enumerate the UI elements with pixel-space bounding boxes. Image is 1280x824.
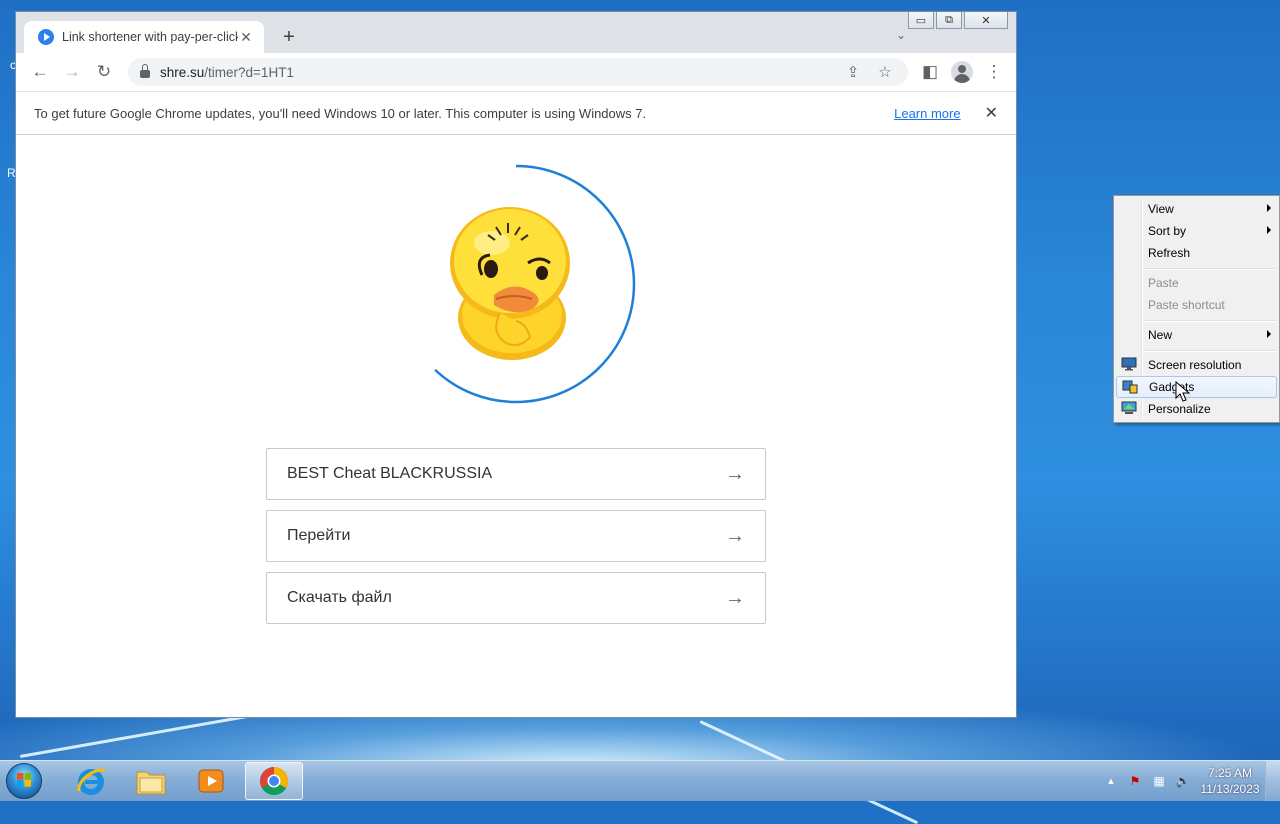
taskbar: ▲ ⚑ ▦ 🔈 7:25 AM 11/13/2023 [0,760,1280,801]
menu-item-view[interactable]: View [1116,198,1277,220]
close-window-button[interactable]: ✕ [964,12,1008,29]
clock[interactable]: 7:25 AM 11/13/2023 [1195,765,1265,797]
mouse-cursor-icon [1175,381,1191,402]
menu-item-screen-resolution[interactable]: Screen resolution [1116,354,1277,376]
tab-search-icon[interactable]: ⌄ [896,28,906,42]
infobar-close-icon[interactable]: ✕ [985,103,998,123]
menu-item-paste: Paste [1116,272,1277,294]
folder-icon [136,771,166,795]
share-icon[interactable]: ⇪ [840,63,866,81]
chrome-icon [260,767,288,795]
browser-window: Link shortener with pay-per-click ✕ + ⌄ … [15,11,1017,718]
taskbar-app-media-player[interactable] [182,762,240,800]
menu-item-refresh[interactable]: Refresh [1116,242,1277,264]
menu-separator [1144,268,1277,270]
forward-button[interactable]: → [56,56,88,88]
menu-item-label: Screen resolution [1148,358,1242,372]
learn-more-link[interactable]: Learn more [894,106,960,121]
url-path: /timer?d=1HT1 [204,64,294,80]
submenu-arrow-icon [1267,330,1271,338]
link-label: BEST Cheat BLACKRUSSIA [287,465,493,482]
internet-explorer-icon [77,768,106,795]
menu-item-label: Paste shortcut [1148,298,1225,312]
tab-link-shortener[interactable]: Link shortener with pay-per-click ✕ [24,21,264,53]
link-button-download-file[interactable]: Скачать файл → [266,572,766,624]
tab-strip: Link shortener with pay-per-click ✕ + ⌄ … [16,12,1016,53]
volume-muted-icon[interactable]: 🔈 [1171,774,1195,788]
chrome-menu-icon[interactable]: ⋮ [978,56,1010,88]
back-button[interactable]: ← [24,56,56,88]
infobar-message: To get future Google Chrome updates, you… [34,105,647,121]
clock-time: 7:25 AM [1207,766,1253,780]
lock-icon[interactable] [140,64,150,78]
link-button-best-cheat[interactable]: BEST Cheat BLACKRUSSIA → [266,448,766,500]
menu-item-label: Refresh [1148,246,1191,260]
tab-title: Link shortener with pay-per-click [62,30,238,44]
update-infobar: To get future Google Chrome updates, you… [16,91,1016,135]
start-button[interactable] [6,763,42,799]
url-host: shre.su [160,64,205,80]
submenu-arrow-icon [1267,226,1271,234]
link-label: Скачать файл [287,589,392,606]
menu-separator [1144,350,1277,352]
menu-item-new[interactable]: New [1116,324,1277,346]
minimize-button[interactable]: ▭ [908,12,934,29]
system-tray: ▲ ⚑ ▦ 🔈 7:25 AM 11/13/2023 [1099,761,1280,801]
bookmark-star-icon[interactable]: ☆ [872,63,898,81]
taskbar-app-windows-explorer[interactable] [122,762,180,800]
side-panel-icon[interactable]: ◧ [914,56,946,88]
link-label: Перейти [287,527,351,544]
show-hidden-icons-button[interactable]: ▲ [1099,776,1123,786]
arrow-right-icon: → [725,524,745,547]
desktop-context-menu: View Sort by Refresh Paste Paste shortcu… [1113,195,1280,423]
address-bar[interactable]: shre.su /timer?d=1HT1 ⇪ ☆ [128,58,908,86]
submenu-arrow-icon [1267,204,1271,212]
show-desktop-button[interactable] [1265,761,1280,801]
tab-close-icon[interactable]: ✕ [238,29,254,46]
menu-item-label: Sort by [1148,224,1187,238]
gadgets-icon [1122,380,1138,394]
action-center-flag-icon[interactable]: ⚑ [1123,774,1147,788]
play-favicon-icon [38,29,54,45]
duck-sticker-image [450,207,570,360]
link-button-go[interactable]: Перейти → [266,510,766,562]
browser-toolbar: ← → ↻ shre.su /timer?d=1HT1 ⇪ ☆ ◧ ⋮ [16,53,1016,91]
countdown-timer [396,164,636,404]
arrow-right-icon: → [725,462,745,485]
menu-item-gadgets[interactable]: Gadgets [1116,376,1277,398]
menu-item-personalize[interactable]: Personalize [1116,398,1277,420]
window-caption-buttons: ▭ ⧉ ✕ [908,12,1008,29]
menu-item-label: View [1148,202,1174,216]
restore-button[interactable]: ⧉ [936,12,962,29]
page-content: BEST Cheat BLACKRUSSIA → Перейти → Скача… [16,135,1016,717]
avatar-icon [951,61,973,83]
new-tab-button[interactable]: + [278,26,300,49]
reload-button[interactable]: ↻ [88,56,120,88]
profile-button[interactable] [946,56,978,88]
menu-item-label: New [1148,328,1173,342]
menu-item-label: Personalize [1148,402,1211,416]
taskbar-app-internet-explorer[interactable] [62,762,120,800]
arrow-right-icon: → [725,586,745,609]
media-player-icon [198,769,224,793]
menu-item-label: Paste [1148,276,1179,290]
menu-separator [1144,320,1277,322]
menu-item-sort-by[interactable]: Sort by [1116,220,1277,242]
monitor-icon [1121,357,1137,371]
menu-item-paste-shortcut: Paste shortcut [1116,294,1277,316]
personalize-icon [1121,401,1137,414]
taskbar-app-google-chrome[interactable] [245,762,303,800]
network-icon[interactable]: ▦ [1147,774,1171,788]
clock-date: 11/13/2023 [1200,782,1260,796]
